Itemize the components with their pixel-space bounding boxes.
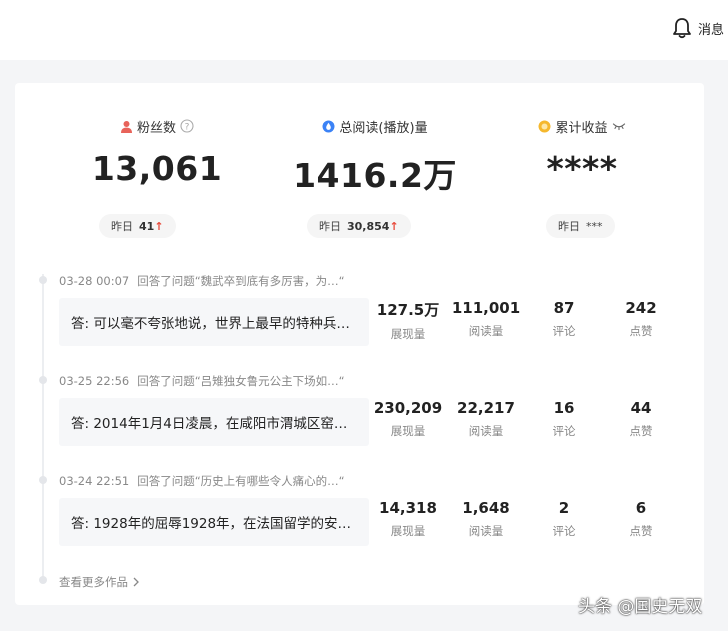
stat-fans-value: 13,061 <box>91 149 223 188</box>
stat-reads-label-row: 总阅读(播放)量 <box>275 117 475 136</box>
yesterday-label: 昨日 <box>319 220 341 233</box>
timeline-dot <box>39 576 47 584</box>
yesterday-value: *** <box>586 219 603 233</box>
messages-button[interactable]: 消息 <box>672 16 724 40</box>
stat-fans-yesterday: 昨日 41↑ <box>99 214 176 238</box>
yesterday-value: 30,854 <box>347 219 390 233</box>
stat-income-label: 累计收益 <box>555 120 608 136</box>
work-question-link[interactable]: 回答了问题“历史上有哪些令人痛心的…“ <box>137 474 344 488</box>
yesterday-label: 昨日 <box>111 220 133 233</box>
work-time: 03-25 22:56 <box>59 374 130 388</box>
chevron-right-icon <box>133 577 139 587</box>
svg-text:?: ? <box>185 122 190 132</box>
work-time: 03-28 00:07 <box>59 274 130 288</box>
stat-reads-label: 总阅读(播放)量 <box>339 120 428 136</box>
metric-reads: 111,001 阅读量 <box>451 299 521 338</box>
help-icon[interactable]: ? <box>180 119 194 133</box>
timeline-dot <box>39 376 47 384</box>
metric-likes: 6 点赞 <box>629 499 653 538</box>
view-more-label: 查看更多作品 <box>59 575 128 589</box>
metric-likes: 242 点赞 <box>625 299 657 338</box>
trend-up-icon: ↑ <box>154 219 164 233</box>
bell-icon <box>673 18 691 39</box>
dashboard-card: 粉丝数 ? 13,061 昨日 41↑ 总阅读(播放)量 1416.2万 昨日 … <box>15 83 704 605</box>
work-item-header: 03-25 22:56 回答了问题“吕雉独女鲁元公主下场如…“ <box>59 373 345 389</box>
drop-icon <box>322 120 335 132</box>
stat-fans-label-row: 粉丝数 ? <box>57 117 257 136</box>
trend-up-icon: ↑ <box>389 219 399 233</box>
stat-reads-yesterday: 昨日 30,854↑ <box>307 214 411 238</box>
metric-reads: 22,217 阅读量 <box>457 399 515 438</box>
yesterday-label: 昨日 <box>558 220 580 233</box>
view-more-link[interactable]: 查看更多作品 <box>59 574 140 590</box>
work-question-link[interactable]: 回答了问题“吕雉独女鲁元公主下场如…“ <box>137 374 344 388</box>
metric-impressions: 14,318 展现量 <box>379 499 437 538</box>
work-answer[interactable]: 答: 1928年的屈辱1928年，在法国留学的安… <box>59 498 369 546</box>
timeline-dot <box>39 476 47 484</box>
work-answer[interactable]: 答: 2014年1月4日凌晨，在咸阳市渭城区窑… <box>59 398 369 446</box>
work-question-link[interactable]: 回答了问题“魏武卒到底有多厉害，为…“ <box>137 274 344 288</box>
metric-reads: 1,648 阅读量 <box>462 499 510 538</box>
stat-income-label-row: 累计收益 <box>482 117 682 136</box>
work-item-header: 03-28 00:07 回答了问题“魏武卒到底有多厉害，为…“ <box>59 273 345 289</box>
stat-reads-value: 1416.2万 <box>293 156 457 195</box>
work-answer[interactable]: 答: 可以毫不夸张地说，世界上最早的特种兵… <box>59 298 369 346</box>
timeline-dot <box>39 276 47 284</box>
metric-comments: 16 评论 <box>552 399 576 438</box>
messages-label: 消息 <box>697 22 724 38</box>
yesterday-value: 41 <box>139 219 155 233</box>
work-time: 03-24 22:51 <box>59 474 130 488</box>
stat-income-value: **** <box>546 149 618 188</box>
metric-comments: 2 评论 <box>552 499 576 538</box>
stat-income-yesterday: 昨日 *** <box>546 214 615 238</box>
watermark-text: 头条 @国史无双 <box>578 597 703 617</box>
work-item-header: 03-24 22:51 回答了问题“历史上有哪些令人痛心的…“ <box>59 473 345 489</box>
metric-impressions: 127.5万 展现量 <box>376 301 440 341</box>
top-bar: 消息 <box>0 0 728 60</box>
stat-fans-label: 粉丝数 <box>136 120 176 136</box>
user-icon <box>120 120 132 133</box>
stats-row: 粉丝数 ? 13,061 昨日 41↑ 总阅读(播放)量 1416.2万 昨日 … <box>15 83 704 253</box>
eye-closed-icon[interactable] <box>612 121 626 131</box>
metric-impressions: 230,209 展现量 <box>373 399 443 438</box>
coin-icon <box>538 120 551 132</box>
metric-comments: 87 评论 <box>552 299 576 338</box>
timeline-line <box>42 274 44 580</box>
metric-likes: 44 点赞 <box>629 399 653 438</box>
